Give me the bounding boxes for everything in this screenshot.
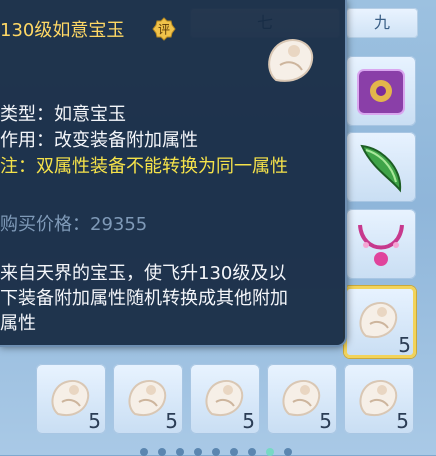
price-label: 购买价格：	[0, 214, 90, 235]
description-line-2: 下装备附加属性随机转换成其他附加	[0, 288, 288, 309]
jade-slot-5[interactable]: 5	[344, 364, 414, 434]
item-count: 5	[396, 409, 409, 433]
description-line-3: 属性	[0, 313, 36, 334]
selected-jade-slot[interactable]: 5	[344, 286, 416, 358]
jade-slot-4[interactable]: 5	[267, 364, 337, 434]
item-title: 130级如意宝玉	[0, 20, 125, 41]
inventory-slot[interactable]	[346, 132, 416, 202]
tab-nine[interactable]: 九	[346, 8, 418, 38]
jade-slot-3[interactable]: 5	[190, 364, 260, 434]
item-count: 5	[165, 409, 178, 433]
note-line: 注：双属性装备不能转换为同一属性	[0, 156, 288, 177]
inventory-slot[interactable]	[346, 56, 416, 126]
white-jade-icon	[268, 39, 314, 82]
item-count: 5	[242, 409, 255, 433]
effect-line: 作用：改变装备附加属性	[0, 130, 198, 151]
item-count: 5	[319, 409, 332, 433]
rating-badge-icon[interactable]: 评	[152, 17, 176, 41]
item-count: 5	[88, 409, 101, 433]
price-line: 购买价格：29355	[0, 210, 147, 236]
item-count: 5	[398, 333, 411, 357]
item-tooltip: 130级如意宝玉 评 类型：如意宝玉 作用：改变装备附加属性 注：双属性装备不能…	[0, 0, 347, 347]
price-value: 29355	[90, 214, 148, 235]
green-jade-blade-icon	[360, 144, 402, 193]
pink-necklace-icon	[358, 224, 404, 266]
type-line: 类型：如意宝玉	[0, 104, 126, 125]
purple-bag-icon	[357, 69, 405, 115]
page-indicator	[140, 446, 340, 456]
badge-text: 评	[158, 23, 170, 37]
description-line-1: 来自天界的宝玉，使飞升130级及以	[0, 263, 287, 284]
jade-slot-2[interactable]: 5	[113, 364, 183, 434]
inventory-slot[interactable]	[346, 209, 416, 279]
jade-slot-1[interactable]: 5	[36, 364, 106, 434]
